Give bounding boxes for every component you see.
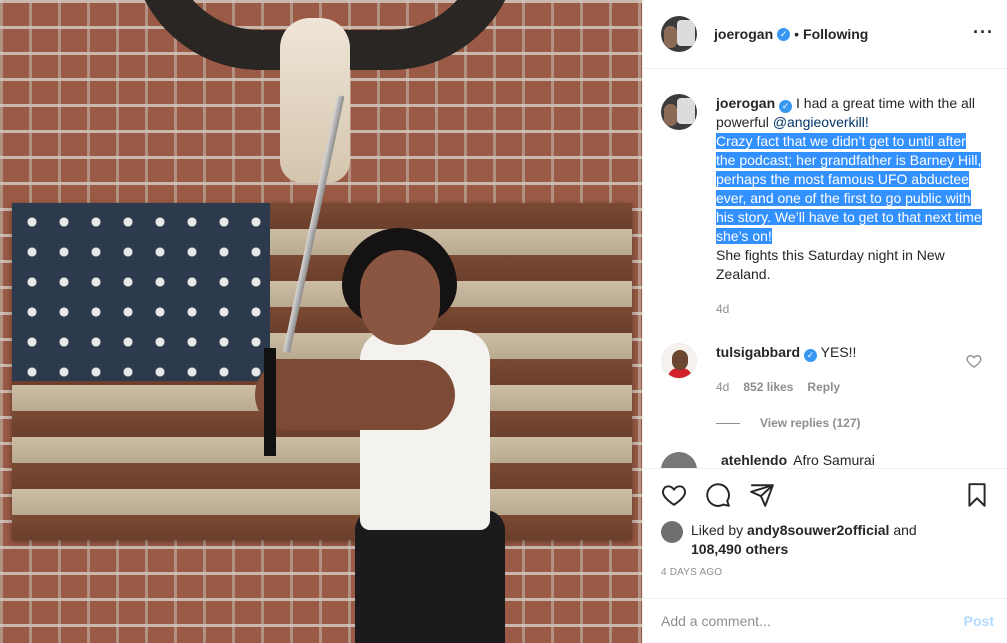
following-button[interactable]: Following (803, 26, 868, 42)
action-bar: Liked by andy8souwer2official and 108,49… (643, 468, 1007, 578)
bookmark-icon[interactable] (964, 482, 990, 508)
person-face (360, 250, 440, 345)
post-photo[interactable] (0, 0, 642, 643)
post-date[interactable]: 4 DAYS AGO (661, 567, 990, 578)
verified-icon: ✓ (777, 27, 791, 41)
action-icons (661, 481, 990, 509)
view-replies-button[interactable]: View replies (127) (716, 416, 990, 430)
caption-avatar[interactable] (661, 94, 697, 130)
comment-username[interactable]: tulsigabbard (716, 344, 800, 360)
partial-comment-username[interactable]: atehlendo (721, 452, 787, 468)
liker-avatar[interactable] (661, 521, 683, 543)
comment-avatar[interactable] (661, 343, 697, 379)
comment-likes[interactable]: 852 likes (743, 380, 793, 394)
add-comment-input[interactable] (661, 613, 964, 629)
comment-text-row: tulsigabbard ✓ YES!! (716, 343, 966, 362)
post-comment-button[interactable]: Post (964, 613, 994, 629)
caption-username[interactable]: joerogan (716, 95, 775, 111)
comment-bubble-icon[interactable] (705, 482, 731, 508)
likes-prefix: Liked by (691, 522, 748, 538)
author-avatar[interactable] (661, 16, 697, 52)
person-arms (255, 360, 455, 430)
likes-text: Liked by andy8souwer2official and 108,49… (691, 521, 990, 559)
author-username[interactable]: joerogan (714, 26, 773, 42)
like-comment-heart-icon[interactable] (966, 353, 982, 369)
verified-icon: ✓ (779, 100, 793, 113)
verified-icon: ✓ (804, 349, 818, 362)
share-paper-plane-icon[interactable] (749, 482, 775, 508)
ellipsis-icon[interactable]: ··· (973, 22, 994, 43)
comment-age[interactable]: 4d (716, 380, 729, 394)
partial-comment-text: Afro Samurai (793, 452, 875, 468)
caption: joerogan ✓ I had a great time with the al… (661, 94, 990, 319)
header-separator: • (794, 26, 800, 42)
comment-meta: 4d 852 likes Reply (716, 380, 966, 394)
comment-body: tulsigabbard ✓ YES!! 4d 852 likes Reply (716, 343, 966, 394)
comment-reply-button[interactable]: Reply (807, 380, 840, 394)
caption-age[interactable]: 4d (716, 300, 986, 319)
comment-text: YES!! (820, 344, 857, 360)
caption-body: joerogan ✓ I had a great time with the al… (716, 94, 986, 319)
view-replies-label: View replies (127) (760, 416, 861, 430)
likes-middle: and (889, 522, 917, 538)
likes-summary: Liked by andy8souwer2official and 108,49… (661, 521, 990, 559)
sword-handle (264, 348, 276, 456)
post-header: joerogan ✓ • Following ··· (643, 0, 1007, 69)
add-comment-bar: Post (643, 598, 1007, 643)
caption-outro: She fights this Saturday night in New Ze… (716, 247, 945, 282)
caption-mention[interactable]: @angieoverkill! (773, 114, 869, 130)
likes-others-link[interactable]: 108,490 others (691, 541, 788, 557)
partial-comment-avatar[interactable] (661, 452, 697, 468)
caption-highlighted-text: Crazy fact that we didn’t get to until a… (716, 133, 982, 244)
comments-section[interactable]: joerogan ✓ I had a great time with the al… (643, 70, 1007, 468)
post-panel: joerogan ✓ • Following ··· joerogan ✓ I h… (642, 0, 1007, 643)
partial-comment: atehlendo Afro Samurai (661, 452, 990, 468)
flag-canton (12, 203, 270, 381)
header-user: joerogan ✓ • Following (714, 26, 868, 42)
replies-divider (716, 422, 740, 424)
like-heart-icon[interactable] (661, 482, 687, 508)
comment-item: tulsigabbard ✓ YES!! 4d 852 likes Reply (661, 343, 990, 394)
liker-username[interactable]: andy8souwer2official (747, 522, 889, 538)
